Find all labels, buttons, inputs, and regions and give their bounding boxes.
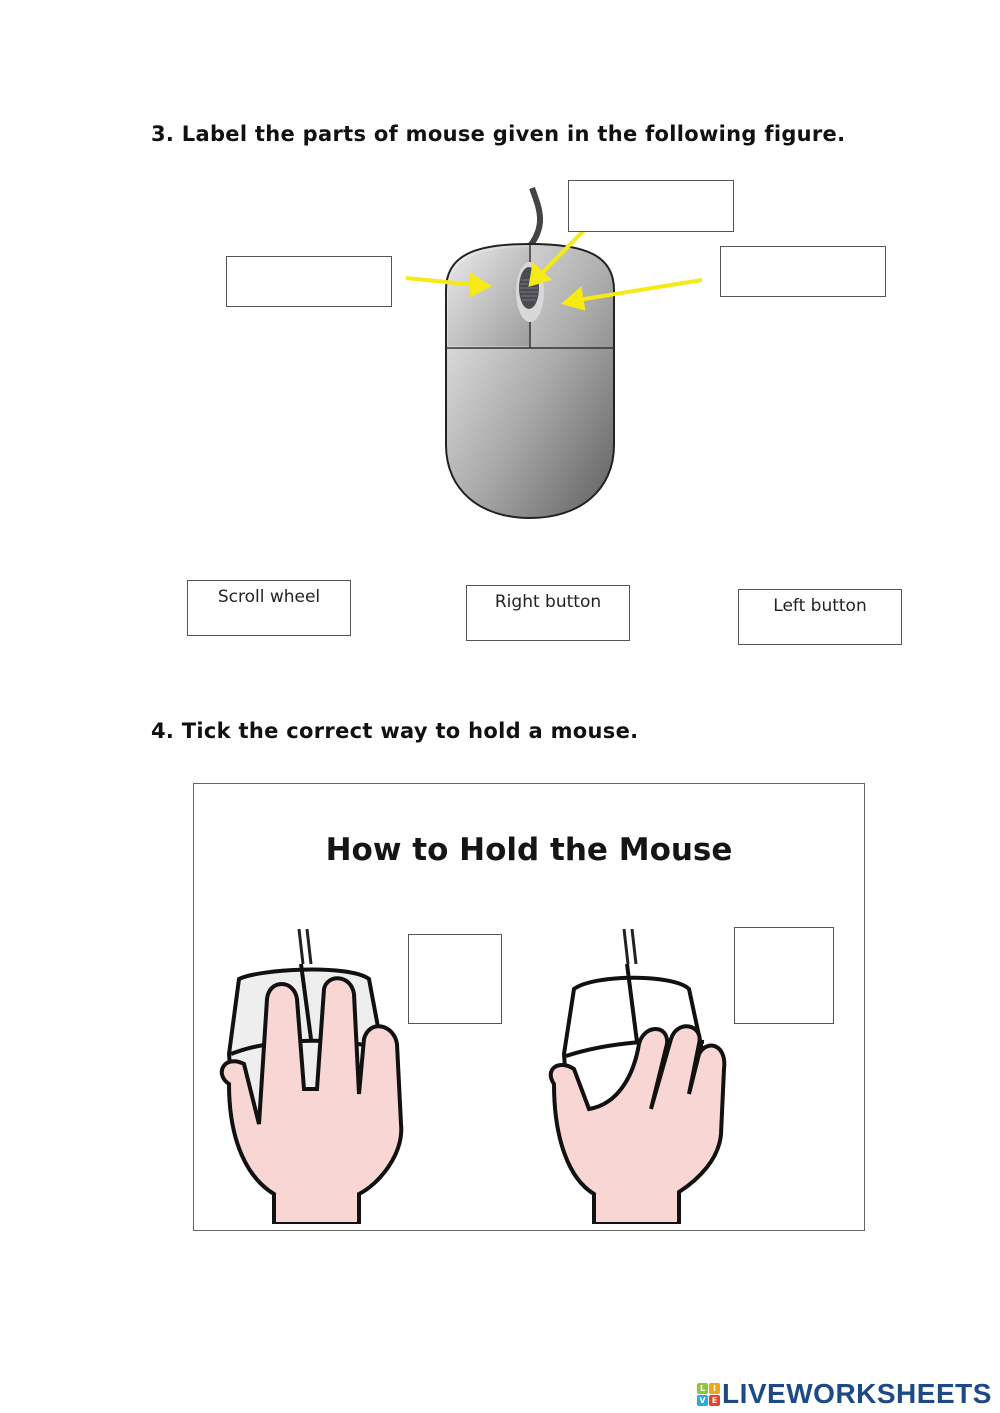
- answer-blank-scroll-wheel[interactable]: [568, 180, 734, 232]
- hand-grip-fingers-on-buttons-illustration: [219, 928, 404, 1224]
- answer-blank-right-button[interactable]: [720, 246, 886, 297]
- question-3-title: 3. Label the parts of mouse given in the…: [151, 122, 846, 146]
- answer-blank-left-button[interactable]: [226, 256, 392, 307]
- hold-mouse-image-frame: How to Hold the Mouse: [193, 783, 865, 1231]
- tick-box-grip-2[interactable]: [734, 927, 834, 1024]
- tick-box-grip-1[interactable]: [408, 934, 502, 1024]
- mouse-cable: [527, 186, 544, 248]
- liveworksheets-logo-icon: L I V E: [697, 1382, 720, 1406]
- liveworksheets-brand-text: LIVEWORKSHEETS: [722, 1378, 992, 1409]
- liveworksheets-logo: L I V E LIVEWORKSHEETS: [697, 1378, 992, 1410]
- word-right-button[interactable]: Right button: [466, 585, 630, 641]
- question-4-title: 4. Tick the correct way to hold a mouse.: [151, 719, 639, 743]
- hold-mouse-image-title: How to Hold the Mouse: [325, 832, 733, 868]
- word-left-button[interactable]: Left button: [738, 589, 902, 645]
- word-scroll-wheel[interactable]: Scroll wheel: [187, 580, 351, 636]
- hand-grip-palm-over-mouse-illustration: [548, 928, 727, 1224]
